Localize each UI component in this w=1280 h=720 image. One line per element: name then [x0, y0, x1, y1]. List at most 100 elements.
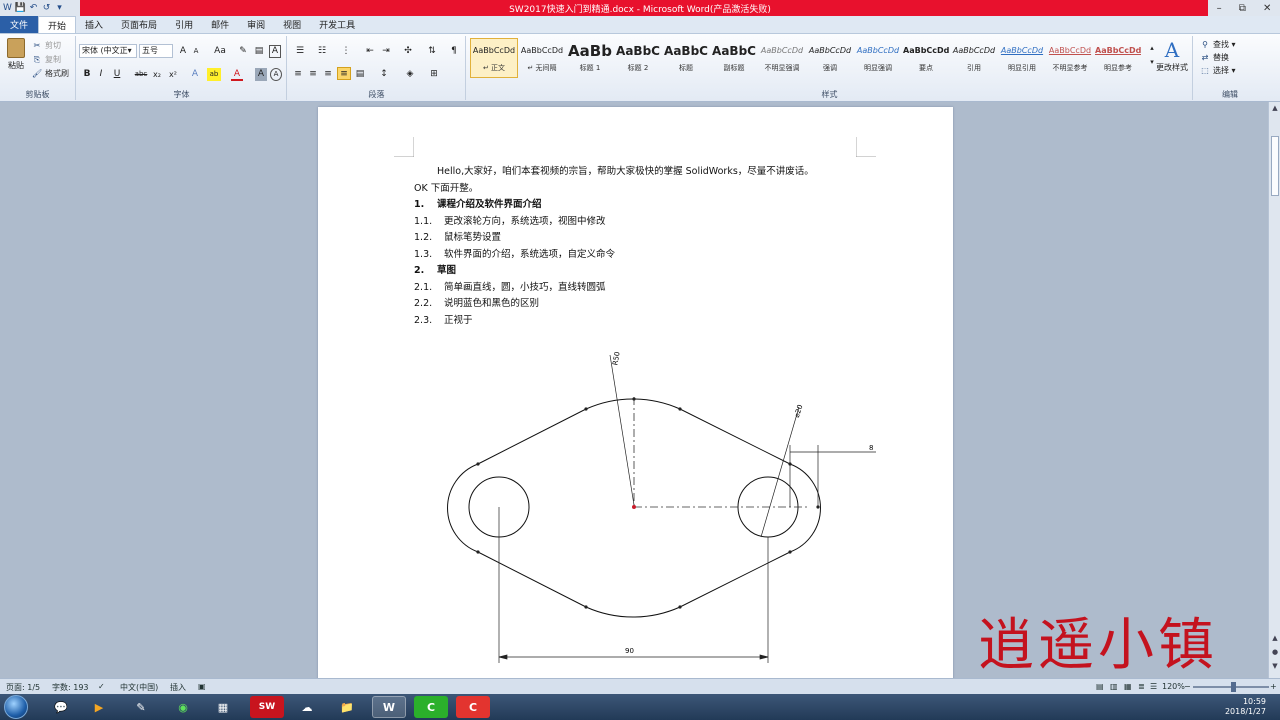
tab-review[interactable]: 审阅 [238, 16, 274, 33]
style-strong[interactable]: AaBbCcDd 要点 [902, 38, 950, 78]
char-shade-button[interactable]: A [255, 68, 267, 81]
view-outline-icon[interactable]: ≣ [1138, 682, 1145, 691]
zoom-level[interactable]: 120% [1162, 682, 1185, 691]
multilevel-list-icon[interactable]: ⋮ [338, 45, 354, 58]
grow-font-button[interactable]: A [177, 45, 189, 58]
dim-r50-label[interactable]: R50 [611, 351, 621, 366]
font-size-select[interactable]: 五号 [139, 44, 173, 58]
replace-button[interactable]: ⇄ 替换 [1200, 51, 1236, 64]
zoom-out-icon[interactable]: − [1184, 682, 1191, 691]
tab-home[interactable]: 开始 [38, 16, 77, 33]
decrease-indent-icon[interactable]: ⇤ [364, 45, 376, 58]
tab-references[interactable]: 引用 [166, 16, 202, 33]
style-heading1[interactable]: AaBb 标题 1 [566, 38, 614, 78]
tab-page-layout[interactable]: 页面布局 [112, 16, 166, 33]
sort-icon[interactable]: ⇅ [426, 45, 438, 58]
justify-icon[interactable]: ≡ [337, 67, 351, 80]
view-web-icon[interactable]: ▦ [1124, 682, 1132, 691]
find-button[interactable]: ⚲ 查找 ▾ [1200, 38, 1236, 51]
format-painter-button[interactable]: 🖌 格式刷 [32, 68, 69, 79]
taskbar-calculator-icon[interactable]: ▦ [206, 696, 240, 718]
taskbar-word-icon[interactable]: W [372, 696, 406, 718]
sketch-drawing[interactable]: R50 ⌀20 8 90 [318, 107, 953, 678]
increase-indent-icon[interactable]: ⇥ [380, 45, 392, 58]
style-heading2[interactable]: AaBbC 标题 2 [614, 38, 662, 78]
view-draft-icon[interactable]: ☰ [1150, 682, 1157, 691]
taskbar-player-icon[interactable]: ▶ [82, 696, 116, 718]
font-color-button[interactable]: A [231, 68, 243, 81]
tab-insert[interactable]: 插入 [76, 16, 112, 33]
style-intense-quote[interactable]: AaBbCcDd 明显引用 [998, 38, 1046, 78]
taskbar-baidu-cloud-icon[interactable]: ☁ [290, 696, 324, 718]
tab-file[interactable]: 文件 [0, 16, 39, 33]
strikethrough-button[interactable]: abc [133, 68, 149, 81]
taskbar-solidworks-icon[interactable]: SW [250, 696, 284, 718]
zoom-in-icon[interactable]: + [1270, 682, 1277, 691]
start-button[interactable] [4, 695, 28, 719]
shading-icon[interactable]: ◈ [402, 68, 418, 81]
style-normal[interactable]: AaBbCcDd ↵ 正文 [470, 38, 518, 78]
scroll-thumb[interactable] [1271, 136, 1279, 196]
dim-90-label[interactable]: 90 [625, 647, 634, 655]
taskbar-paint-icon[interactable]: ✎ [124, 696, 158, 718]
change-styles-button[interactable]: A 更改样式 [1152, 38, 1192, 73]
align-left-icon[interactable]: ≡ [292, 68, 304, 81]
scroll-down-icon[interactable]: ▼ [1269, 660, 1280, 672]
dim-8-label[interactable]: 8 [869, 444, 873, 452]
zoom-slider-knob[interactable] [1231, 682, 1236, 692]
macro-record-icon[interactable]: ▣ [198, 682, 206, 691]
char-border-icon[interactable]: ▤ [253, 45, 265, 58]
style-quote[interactable]: AaBbCcDd 引用 [950, 38, 998, 78]
style-subtle-emphasis[interactable]: AaBbCcDd 不明显强调 [758, 38, 806, 78]
dim-dia20-label[interactable]: ⌀20 [793, 404, 805, 419]
tab-mailings[interactable]: 邮件 [202, 16, 238, 33]
chinese-layout-icon[interactable]: ✣ [400, 45, 416, 58]
close-button[interactable]: ✕ [1263, 3, 1271, 14]
view-print-layout-icon[interactable]: ▤ [1096, 682, 1104, 691]
tab-developer[interactable]: 开发工具 [310, 16, 364, 33]
style-title[interactable]: AaBbC 标题 [662, 38, 710, 78]
document-page[interactable]: Hello,大家好，咱们本套视频的宗旨，帮助大家极快的掌握 SolidWorks… [318, 107, 953, 678]
copy-button[interactable]: ⎘ 复制 [32, 54, 61, 65]
phonetic-guide-icon[interactable]: ✎ [237, 45, 249, 58]
proofing-icon[interactable]: ✓ [98, 682, 105, 691]
vertical-scrollbar[interactable]: ▲ ▲ ● ▼ [1268, 102, 1280, 678]
bullets-icon[interactable]: ☰ [292, 45, 308, 58]
word-count[interactable]: 字数: 193 [52, 682, 89, 693]
select-browse-icon[interactable]: ● [1269, 646, 1280, 658]
highlight-button[interactable]: ab [207, 68, 221, 81]
distributed-icon[interactable]: ▤ [354, 68, 366, 81]
style-emphasis[interactable]: AaBbCcDd 强调 [806, 38, 854, 78]
scroll-up-icon[interactable]: ▲ [1269, 102, 1280, 114]
numbering-icon[interactable]: ☷ [314, 45, 330, 58]
line-spacing-icon[interactable]: ↕ [376, 68, 392, 81]
bold-button[interactable]: B [81, 68, 93, 81]
zoom-slider[interactable] [1193, 682, 1269, 692]
clock[interactable]: 10:59 2018/1/27 [1225, 697, 1266, 717]
taskbar-browser-icon[interactable]: ◉ [166, 696, 200, 718]
taskbar-wechat-icon[interactable]: 💬 [44, 696, 78, 718]
underline-button[interactable]: U [111, 68, 123, 81]
taskbar-camtasia-icon[interactable]: C [414, 696, 448, 718]
superscript-button[interactable]: x² [167, 68, 179, 81]
minimize-button[interactable]: – [1217, 3, 1222, 14]
shrink-font-button[interactable]: A [190, 45, 202, 58]
cut-button[interactable]: ✂ 剪切 [32, 40, 61, 51]
style-subtitle[interactable]: AaBbC 副标题 [710, 38, 758, 78]
taskbar-explorer-icon[interactable]: 📁 [330, 696, 364, 718]
text-effects-button[interactable]: A [189, 68, 201, 81]
font-family-select[interactable]: 宋体 (中文正▾ [79, 44, 137, 58]
restore-button[interactable]: ⧉ [1239, 3, 1246, 14]
style-intense-emphasis[interactable]: AaBbCcDd 明显强调 [854, 38, 902, 78]
view-fullscreen-icon[interactable]: ▥ [1110, 682, 1118, 691]
language-indicator[interactable]: 中文(中国) [120, 682, 158, 693]
align-center-icon[interactable]: ≡ [307, 68, 319, 81]
tab-view[interactable]: 视图 [274, 16, 310, 33]
style-intense-reference[interactable]: AaBbCcDd 明显参考 [1094, 38, 1142, 78]
select-button[interactable]: ⬚ 选择 ▾ [1200, 64, 1235, 77]
scroll-up-page-icon[interactable]: ▲ [1269, 632, 1280, 644]
change-case-button[interactable]: Aa [211, 45, 229, 58]
italic-button[interactable]: I [95, 68, 107, 81]
insert-mode[interactable]: 插入 [170, 682, 186, 693]
enclose-char-button[interactable]: A [270, 68, 282, 81]
